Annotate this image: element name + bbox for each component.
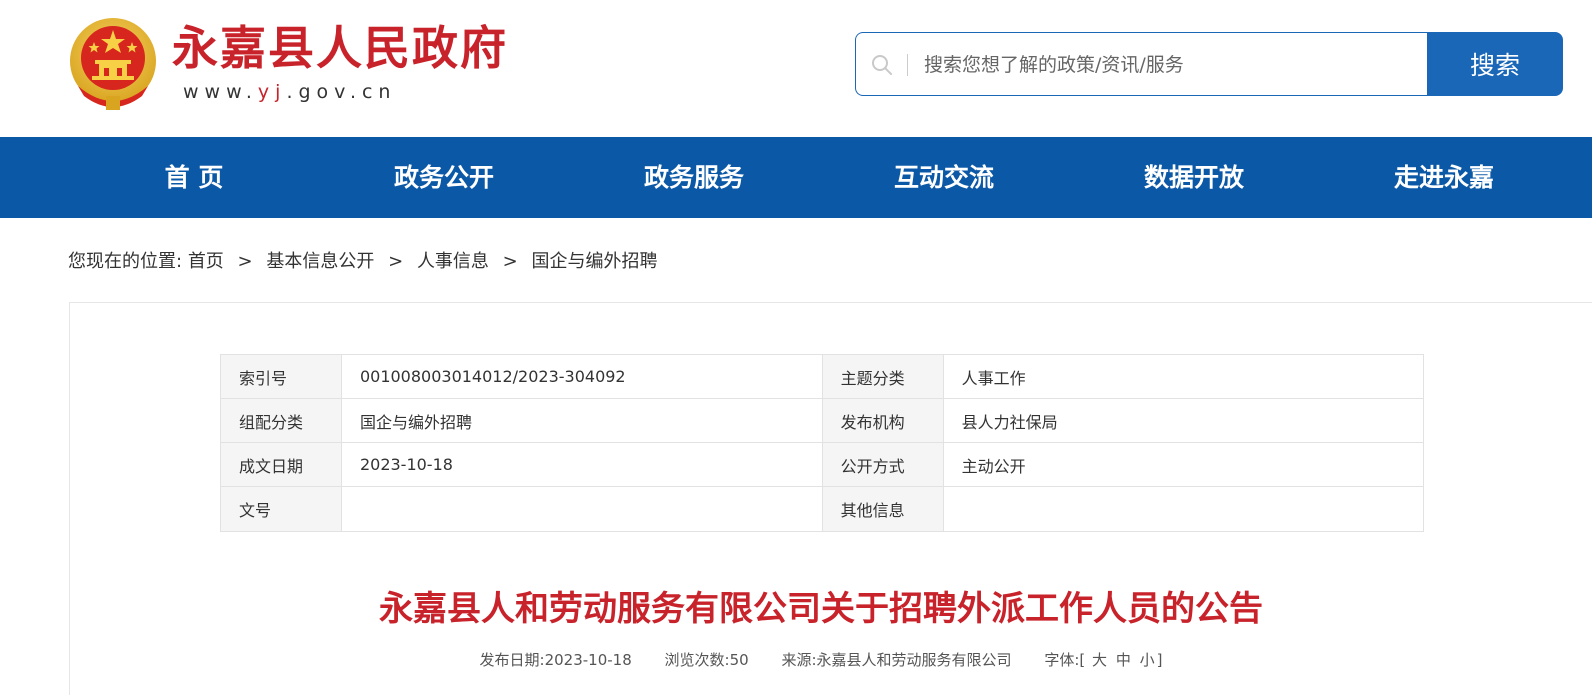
view-count-label: 浏览次数: xyxy=(664,651,730,669)
meta-value-other-info xyxy=(942,486,1425,532)
breadcrumb-item-personnel-info[interactable]: 人事信息 xyxy=(417,251,489,272)
nav-item-government-services[interactable]: 政务服务 xyxy=(594,137,794,218)
publish-date: 发布日期:2023-10-18 xyxy=(480,651,632,669)
search-icon xyxy=(872,55,892,75)
article-meta: 发布日期:2023-10-18 浏览次数:50 来源:永嘉县人和劳动服务有限公司… xyxy=(0,648,1592,672)
source: 来源:永嘉县人和劳动服务有限公司 xyxy=(781,651,1011,669)
font-size-bracket-open: [ xyxy=(1079,651,1086,669)
publish-date-value: 2023-10-18 xyxy=(544,651,632,669)
nav-item-home[interactable]: 首 页 xyxy=(94,137,294,218)
font-size-bracket-close: ] xyxy=(1156,651,1163,669)
main-nav: 首 页 政务公开 政务服务 互动交流 数据开放 走进永嘉 xyxy=(0,137,1592,218)
site-header: 永嘉县人民政府 www.yj.gov.cn 搜索 xyxy=(0,0,1592,137)
breadcrumb-separator: > xyxy=(502,251,518,272)
site-title[interactable]: 永嘉县人民政府 xyxy=(172,18,508,78)
meta-key-other-info: 其他信息 xyxy=(821,486,944,532)
national-emblem-icon[interactable] xyxy=(68,16,158,112)
table-row: 成文日期 2023-10-18 公开方式 主动公开 xyxy=(220,442,1425,487)
breadcrumb-item-basic-info[interactable]: 基本信息公开 xyxy=(266,251,374,272)
meta-key-document-number: 文号 xyxy=(220,486,342,532)
nav-item-interaction[interactable]: 互动交流 xyxy=(844,137,1044,218)
font-size-large-button[interactable]: 大 xyxy=(1092,651,1107,669)
site-url[interactable]: www.yj.gov.cn xyxy=(183,80,396,104)
font-size-control: 字体:[ 大 中 小] xyxy=(1044,651,1162,669)
search-divider xyxy=(907,54,908,76)
table-row: 索引号 001008003014012/2023-304092 主题分类 人事工… xyxy=(220,354,1425,399)
breadcrumb-item-recruitment[interactable]: 国企与编外招聘 xyxy=(532,251,658,272)
source-value: 永嘉县人和劳动服务有限公司 xyxy=(816,651,1012,669)
meta-key-disclosure-method: 公开方式 xyxy=(821,442,944,487)
nav-item-government-affairs-disclosure[interactable]: 政务公开 xyxy=(344,137,544,218)
meta-key-category: 组配分类 xyxy=(220,398,342,443)
breadcrumb-separator: > xyxy=(388,251,404,272)
font-size-small-button[interactable]: 小 xyxy=(1140,651,1155,669)
meta-value-disclosure-method: 主动公开 xyxy=(942,442,1425,487)
breadcrumb: 您现在的位置: 首页 > 基本信息公开 > 人事信息 > 国企与编外招聘 xyxy=(68,248,658,276)
breadcrumb-item-home[interactable]: 首页 xyxy=(188,251,224,272)
breadcrumb-prefix: 您现在的位置: xyxy=(68,251,183,272)
source-label: 来源: xyxy=(781,651,817,669)
meta-value-category: 国企与编外招聘 xyxy=(340,398,823,443)
search-input[interactable] xyxy=(924,47,1404,83)
meta-value-document-number xyxy=(340,486,823,532)
meta-value-publisher: 县人力社保局 xyxy=(942,398,1425,443)
nav-item-open-data[interactable]: 数据开放 xyxy=(1094,137,1294,218)
table-row: 文号 其他信息 xyxy=(220,486,1425,532)
meta-key-index-number: 索引号 xyxy=(220,354,342,399)
nav-item-about-yongjia[interactable]: 走进永嘉 xyxy=(1344,137,1544,218)
table-row: 组配分类 国企与编外招聘 发布机构 县人力社保局 xyxy=(220,398,1425,443)
document-meta-table: 索引号 001008003014012/2023-304092 主题分类 人事工… xyxy=(220,354,1425,532)
view-count-value: 50 xyxy=(729,651,749,669)
search-button[interactable]: 搜索 xyxy=(1427,32,1563,96)
meta-value-written-date: 2023-10-18 xyxy=(340,442,823,487)
site-url-suffix: .gov.cn xyxy=(286,81,397,103)
breadcrumb-separator: > xyxy=(237,251,253,272)
site-url-prefix: www. xyxy=(183,81,258,103)
publish-date-label: 发布日期: xyxy=(479,651,545,669)
meta-key-topic: 主题分类 xyxy=(821,354,944,399)
font-size-label: 字体: xyxy=(1044,651,1080,669)
meta-key-publisher: 发布机构 xyxy=(821,398,944,443)
view-count: 浏览次数:50 xyxy=(665,651,749,669)
meta-value-index-number: 001008003014012/2023-304092 xyxy=(340,354,823,399)
font-size-medium-button[interactable]: 中 xyxy=(1116,651,1131,669)
meta-value-topic: 人事工作 xyxy=(942,354,1425,399)
search-box xyxy=(855,32,1428,96)
meta-key-written-date: 成文日期 xyxy=(220,442,342,487)
article-title: 永嘉县人和劳动服务有限公司关于招聘外派工作人员的公告 xyxy=(379,589,1263,629)
site-url-highlight: yj xyxy=(257,81,287,103)
